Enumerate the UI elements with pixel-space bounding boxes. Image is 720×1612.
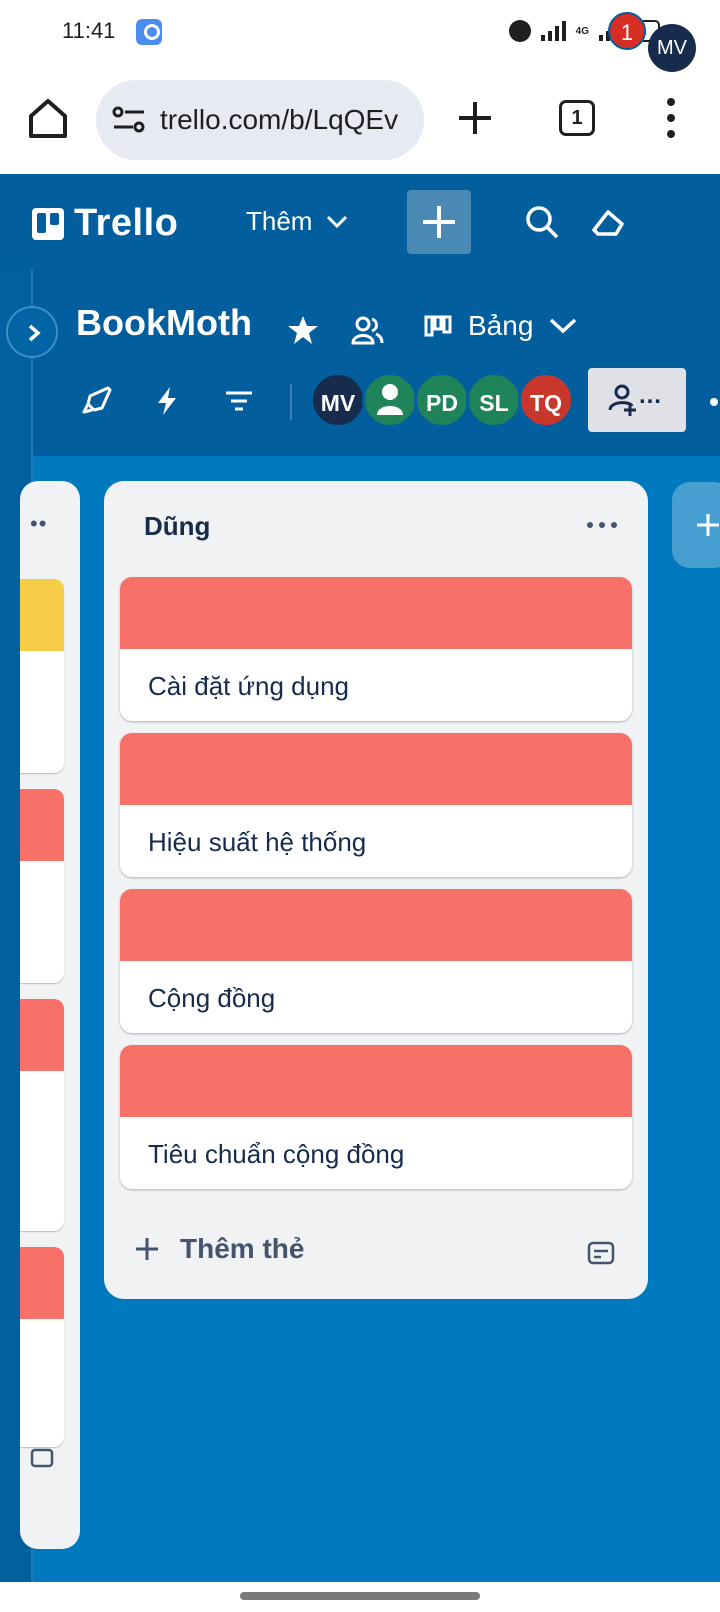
status-time: 11:41 (62, 18, 116, 43)
trello-header: Trello Thêm (0, 174, 720, 270)
member-avatar-pd[interactable]: PD (414, 372, 470, 428)
card-cover (120, 889, 632, 961)
add-list-button[interactable] (672, 482, 720, 568)
browser-toolbar: trello.com/b/LqQEv 1 (0, 62, 720, 174)
list-title[interactable]: Dũng (144, 511, 210, 542)
signal-icon (540, 21, 566, 41)
more-menu-label: Thêm (246, 206, 313, 236)
plus-icon (136, 1238, 158, 1260)
alarm-icon (508, 20, 531, 42)
card-title: Hiệu suất hệ thống (148, 827, 367, 857)
notification-badge[interactable]: 1 (608, 12, 646, 50)
person-icon (377, 384, 403, 415)
chevron-down-icon (327, 215, 348, 228)
card-partial[interactable] (20, 1247, 64, 1447)
trello-logo[interactable]: Trello (32, 202, 178, 245)
template-icon[interactable] (586, 1239, 616, 1269)
card-title: Cộng đồng (148, 983, 276, 1013)
trello-logo-text: Trello (74, 202, 179, 244)
board-title[interactable]: BookMoth (76, 302, 252, 344)
plus-icon (697, 514, 719, 536)
card-cover (120, 733, 632, 805)
plus-icon (423, 206, 455, 238)
url-text[interactable]: trello.com/b/LqQEv (160, 104, 410, 136)
share-label: … (638, 382, 662, 409)
card[interactable]: Tiêu chuẩn cộng đồng (120, 1045, 632, 1189)
address-bar[interactable]: trello.com/b/LqQEv (96, 80, 424, 160)
member-avatar-mv[interactable]: MV (310, 372, 366, 428)
view-switcher-label: Bảng (468, 310, 534, 341)
card-title: Tiêu chuẩn cộng đồng (148, 1139, 405, 1169)
list-dung: Dũng Cài đặt ứng dụng Hiệu suất hệ thống… (104, 481, 648, 1299)
site-settings-icon[interactable] (112, 106, 146, 134)
chevron-right-icon (28, 324, 41, 342)
list-menu-icon[interactable] (582, 515, 622, 535)
trello-logo-icon (32, 207, 64, 240)
home-indicator[interactable] (240, 1592, 480, 1600)
plus-icon[interactable] (455, 98, 495, 138)
card[interactable]: Hiệu suất hệ thống (120, 733, 632, 877)
add-card-label: Thêm thẻ (180, 1233, 305, 1264)
chevron-down-icon (550, 318, 577, 334)
share-icon (608, 384, 636, 416)
gesture-bar (0, 1582, 720, 1612)
status-indicators: 4G (508, 18, 624, 44)
list-menu-icon[interactable]: •• (30, 511, 47, 537)
network-type: 4G (575, 25, 589, 37)
filter-icon[interactable] (222, 384, 256, 418)
search-icon[interactable] (524, 204, 560, 240)
view-switcher[interactable]: Bảng (424, 310, 577, 342)
overflow-menu-icon[interactable] (664, 96, 678, 140)
workspace-visible-icon[interactable] (350, 313, 384, 347)
card-partial[interactable] (20, 789, 64, 983)
member-avatar-sl[interactable]: SL (466, 372, 522, 428)
card-cover (120, 1045, 632, 1117)
card-partial[interactable] (20, 579, 64, 773)
add-card-button[interactable]: Thêm thẻ (134, 1233, 304, 1265)
list-partial: •• (20, 481, 80, 1549)
power-ups-icon[interactable] (80, 384, 114, 418)
template-icon[interactable] (30, 1447, 54, 1471)
card-title: Cài đặt ứng dụng (148, 671, 349, 701)
board-more-icon[interactable] (710, 398, 718, 406)
card-partial[interactable] (20, 999, 64, 1231)
member-avatar-guest[interactable] (362, 372, 418, 428)
automation-icon[interactable] (150, 384, 184, 418)
card[interactable]: Cộng đồng (120, 889, 632, 1033)
tabs-icon[interactable]: 1 (559, 100, 595, 136)
star-icon[interactable] (286, 313, 320, 347)
user-avatar[interactable]: MV (648, 24, 696, 72)
card-cover (120, 577, 632, 649)
member-avatar-tq[interactable]: TQ (518, 372, 574, 428)
create-button[interactable] (407, 190, 471, 254)
share-button[interactable]: … (588, 368, 686, 432)
more-menu-button[interactable]: Thêm (246, 206, 348, 237)
app-notification-icon (136, 19, 162, 45)
notification-bell-icon[interactable] (588, 204, 628, 244)
board-view-icon (424, 315, 452, 337)
sidebar-toggle-button[interactable] (6, 306, 58, 358)
card[interactable]: Cài đặt ứng dụng (120, 577, 632, 721)
toolbar-divider (290, 384, 292, 420)
home-icon[interactable] (26, 96, 70, 140)
